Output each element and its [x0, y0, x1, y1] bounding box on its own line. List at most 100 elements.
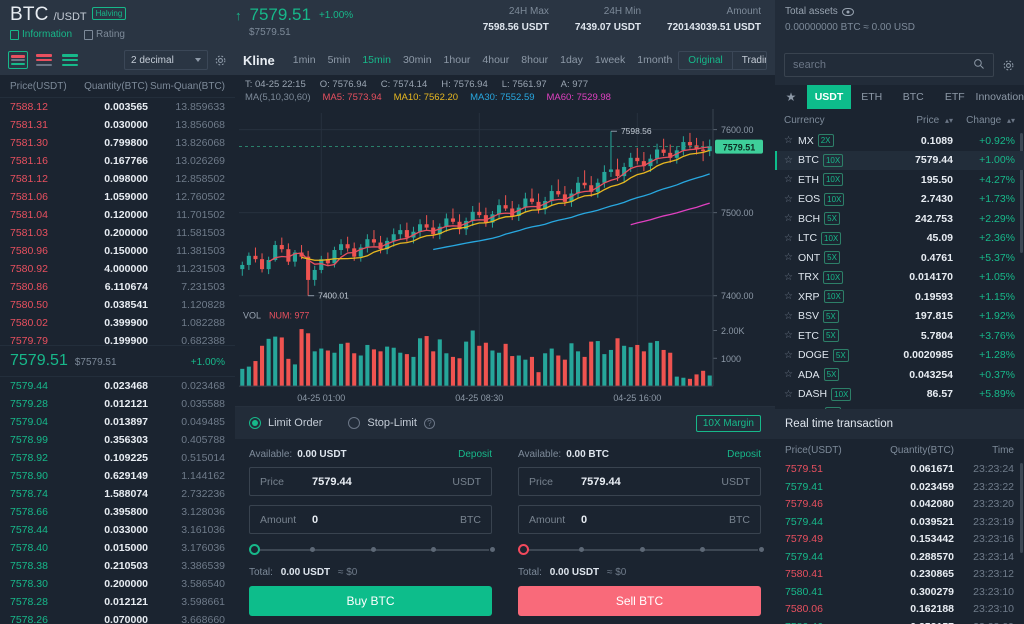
slider-step[interactable] — [700, 547, 706, 552]
timeframe-5min[interactable]: 5min — [322, 54, 357, 66]
chart-mode-original[interactable]: Original — [679, 51, 733, 69]
slider-handle[interactable] — [518, 544, 529, 555]
order-book-row[interactable]: 7588.12 0.003565 13.859633 — [0, 98, 235, 116]
market-row[interactable]: ☆ TRX 10X 0.014170 +1.05% — [775, 268, 1024, 288]
market-row[interactable]: ☆ ADA 5X 0.043254 +0.37% — [775, 365, 1024, 385]
order-book-row[interactable]: 7579.04 0.013897 0.049485 — [0, 413, 235, 431]
slider-step[interactable] — [431, 547, 437, 552]
depth-view-bids-icon[interactable] — [60, 51, 80, 69]
market-row[interactable]: ☆ BTC 10X 7579.44 +1.00% — [775, 150, 1024, 170]
market-tab-eth[interactable]: ETH — [851, 85, 893, 109]
order-book-row[interactable]: 7578.30 0.200000 3.586540 — [0, 575, 235, 593]
timeframe-1week[interactable]: 1week — [589, 54, 631, 66]
order-book-row[interactable]: 7579.28 0.012121 0.035588 — [0, 395, 235, 413]
market-row[interactable]: ☆ BSV 5X 197.815 +1.92% — [775, 307, 1024, 327]
order-book-row[interactable]: 7578.38 0.210503 3.386539 — [0, 557, 235, 575]
order-book-row[interactable]: 7580.50 0.038541 1.120828 — [0, 296, 235, 314]
favorite-star-icon[interactable]: ☆ — [784, 174, 793, 185]
eye-icon[interactable] — [841, 7, 854, 16]
slider-step[interactable] — [370, 547, 376, 552]
slider-step[interactable] — [578, 547, 584, 552]
help-icon[interactable]: ? — [423, 417, 435, 429]
timeframe-30min[interactable]: 30min — [397, 54, 438, 66]
sell-amount-slider[interactable] — [518, 543, 764, 557]
favorite-star-icon[interactable]: ☆ — [784, 330, 793, 341]
limit-order-radio[interactable]: Limit Order — [249, 417, 322, 429]
buy-amount-slider[interactable] — [249, 543, 495, 557]
slider-step[interactable] — [309, 547, 315, 552]
order-book-row[interactable]: 7580.86 6.110674 7.231503 — [0, 278, 235, 296]
favorite-star-icon[interactable]: ☆ — [784, 194, 793, 205]
favorite-star-icon[interactable]: ☆ — [784, 389, 793, 400]
favorite-star-icon[interactable]: ☆ — [784, 291, 793, 302]
market-tab-usdt[interactable]: USDT — [807, 85, 851, 109]
market-row[interactable]: ☆ DOGE 5X 0.0020985 +1.28% — [775, 346, 1024, 366]
favorite-star-icon[interactable]: ☆ — [784, 213, 793, 224]
market-row[interactable]: ☆ EOS 10X 2.7430 +1.73% — [775, 190, 1024, 210]
timeframe-1min[interactable]: 1min — [287, 54, 322, 66]
market-row[interactable]: ☆ MX 2X 0.1089 +0.92% — [775, 131, 1024, 151]
market-row[interactable]: ☆ ETH 10X 195.50 +4.27% — [775, 170, 1024, 190]
col-price[interactable]: Price ▴▾ — [879, 115, 953, 126]
depth-view-asks-icon[interactable] — [34, 51, 54, 69]
favorite-star-icon[interactable]: ☆ — [784, 350, 793, 361]
order-book-row[interactable]: 7580.92 4.000000 11.231503 — [0, 260, 235, 278]
order-book-row[interactable]: 7580.02 0.399900 1.082288 — [0, 314, 235, 332]
favorite-star-icon[interactable]: ☆ — [784, 155, 793, 166]
buy-price-field[interactable]: Price 7579.44 USDT — [249, 467, 492, 496]
timeframe-4hour[interactable]: 4hour — [476, 54, 515, 66]
order-book-row[interactable]: 7578.44 0.033000 3.161036 — [0, 521, 235, 539]
market-settings-gear-icon[interactable] — [1002, 59, 1015, 72]
order-book-row[interactable]: 7578.92 0.109225 0.515014 — [0, 449, 235, 467]
market-row[interactable]: ☆ BCH 5X 242.753 +2.29% — [775, 209, 1024, 229]
order-book-row[interactable]: 7581.04 0.120000 11.701502 — [0, 206, 235, 224]
timeframe-1month[interactable]: 1month — [631, 54, 678, 66]
market-list[interactable]: ☆ MX 2X 0.1089 +0.92% ☆ BTC 10X 7579.44 +1.00% ☆ ET… — [775, 131, 1024, 409]
favorite-star-icon[interactable]: ☆ — [784, 311, 793, 322]
transaction-scrollbar[interactable] — [1020, 463, 1023, 553]
favorite-star-icon[interactable]: ☆ — [784, 369, 793, 380]
market-tab-innovation[interactable]: Innovation — [976, 85, 1024, 109]
stop-limit-radio[interactable]: Stop-Limit ? — [348, 417, 435, 429]
order-book-row[interactable]: 7580.96 0.150000 11.381503 — [0, 242, 235, 260]
favorite-star-icon[interactable]: ☆ — [784, 233, 793, 244]
order-book-row[interactable]: 7578.90 0.629149 1.144162 — [0, 467, 235, 485]
order-book-row[interactable]: 7578.66 0.395800 3.128036 — [0, 503, 235, 521]
order-book-row[interactable]: 7579.79 0.199900 0.682388 — [0, 332, 235, 345]
buy-amount-field[interactable]: Amount 0 BTC — [249, 505, 492, 534]
slider-step[interactable] — [489, 547, 495, 552]
order-book-row[interactable]: 7578.40 0.015000 3.176036 — [0, 539, 235, 557]
information-link[interactable]: Information — [10, 29, 72, 40]
timeframe-1day[interactable]: 1day — [554, 54, 589, 66]
market-row[interactable]: ☆ ETC 5X 5.7804 +3.76% — [775, 326, 1024, 346]
order-book-row[interactable]: 7578.26 0.070000 3.668660 — [0, 611, 235, 624]
market-tab-etf[interactable]: ETF — [934, 85, 976, 109]
gear-icon[interactable] — [214, 54, 227, 67]
sell-deposit-link[interactable]: Deposit — [727, 449, 761, 460]
tab-favorites[interactable]: ★ — [775, 85, 807, 109]
buy-button[interactable]: Buy BTC — [249, 586, 492, 616]
slider-step[interactable] — [639, 547, 645, 552]
market-row[interactable]: ☆ ONT 5X 0.4761 +5.37% — [775, 248, 1024, 268]
order-book-row[interactable]: 7578.99 0.356303 0.405788 — [0, 431, 235, 449]
slider-handle[interactable] — [249, 544, 260, 555]
market-row[interactable]: ☆ NEO5X 8.5200+5.31% — [775, 404, 1024, 409]
order-book-row[interactable]: 7581.12 0.098000 12.858502 — [0, 170, 235, 188]
sell-price-field[interactable]: Price 7579.44 USDT — [518, 467, 761, 496]
margin-badge[interactable]: 10X Margin — [695, 414, 761, 432]
search-box[interactable] — [784, 53, 994, 77]
search-icon[interactable] — [973, 58, 985, 73]
favorite-star-icon[interactable]: ☆ — [784, 408, 793, 409]
market-row[interactable]: ☆ XRP 10X 0.19593 +1.15% — [775, 287, 1024, 307]
timeframe-8hour[interactable]: 8hour — [515, 54, 554, 66]
favorite-star-icon[interactable]: ☆ — [784, 135, 793, 146]
timeframe-1hour[interactable]: 1hour — [438, 54, 477, 66]
order-book-row[interactable]: 7581.31 0.030000 13.856068 — [0, 116, 235, 134]
market-row[interactable]: ☆ DASH 10X 86.57 +5.89% — [775, 385, 1024, 405]
favorite-star-icon[interactable]: ☆ — [784, 272, 793, 283]
sell-amount-field[interactable]: Amount 0 BTC — [518, 505, 761, 534]
slider-step[interactable] — [758, 547, 764, 552]
decimal-selector[interactable]: 2 decimal — [124, 50, 208, 70]
order-book-row[interactable]: 7581.03 0.200000 11.581503 — [0, 224, 235, 242]
order-book-row[interactable]: 7581.16 0.167766 13.026269 — [0, 152, 235, 170]
